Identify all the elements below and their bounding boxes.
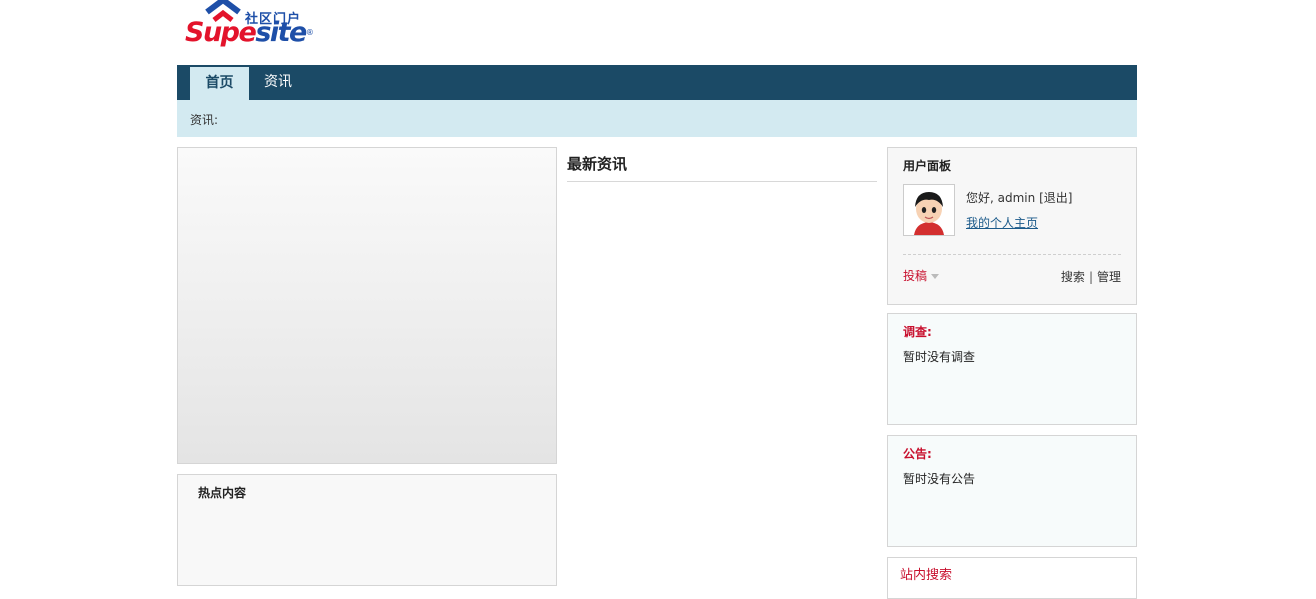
poll-empty-text: 暂时没有调查 xyxy=(903,350,976,364)
user-tools: 搜索 | 管理 xyxy=(1061,268,1121,285)
nav-item-home[interactable]: 首页 xyxy=(190,67,249,100)
user-greeting: 您好, admin [退出] xyxy=(966,189,1072,206)
site-search-title: 站内搜索 xyxy=(900,568,953,583)
logo-word-site: site xyxy=(255,17,307,48)
cartoon-avatar-icon xyxy=(904,185,954,235)
notice-title: 公告: xyxy=(903,447,932,461)
user-panel: 用户面板 您好, admin [退出] 我的个人主页 投稿 搜索 | 管理 xyxy=(887,147,1137,305)
site-search-panel: 站内搜索 xyxy=(887,557,1137,599)
logout-link[interactable]: [退出] xyxy=(1039,191,1072,205)
latest-news-title: 最新资讯 xyxy=(567,155,628,173)
registered-mark: ® xyxy=(305,28,314,37)
site-logo[interactable]: 社区门户 Supesite® xyxy=(183,0,314,56)
submit-article-menu[interactable]: 投稿 xyxy=(903,267,940,284)
poll-title: 调查: xyxy=(903,325,932,339)
subnav-label-news[interactable]: 资讯: xyxy=(190,111,218,128)
search-link[interactable]: 搜索 xyxy=(1061,270,1085,284)
notice-panel: 公告: 暂时没有公告 xyxy=(887,435,1137,547)
main-nav: 首页 资讯 xyxy=(177,65,1137,100)
user-panel-title: 用户面板 xyxy=(903,159,952,173)
latest-news-divider xyxy=(567,181,877,182)
sub-nav: 资讯: xyxy=(177,100,1137,137)
tools-separator: | xyxy=(1088,270,1093,284)
poll-panel: 调查: 暂时没有调查 xyxy=(887,313,1137,425)
avatar[interactable] xyxy=(903,184,955,236)
hot-content-box: 热点内容 xyxy=(177,474,557,586)
submit-article-label: 投稿 xyxy=(903,269,928,283)
greeting-text: 您好, admin xyxy=(966,191,1036,205)
caret-down-icon xyxy=(931,274,940,279)
personal-home-link[interactable]: 我的个人主页 xyxy=(966,214,1038,231)
nav-item-news[interactable]: 资讯 xyxy=(255,65,301,100)
logo-wordmark: Supesite® xyxy=(185,17,314,48)
logo-word-supe: Supe xyxy=(185,17,257,48)
slideshow-box xyxy=(177,147,557,464)
manage-link[interactable]: 管理 xyxy=(1097,270,1121,284)
hot-content-title: 热点内容 xyxy=(198,486,247,500)
user-panel-divider xyxy=(903,254,1121,255)
notice-empty-text: 暂时没有公告 xyxy=(903,472,976,486)
